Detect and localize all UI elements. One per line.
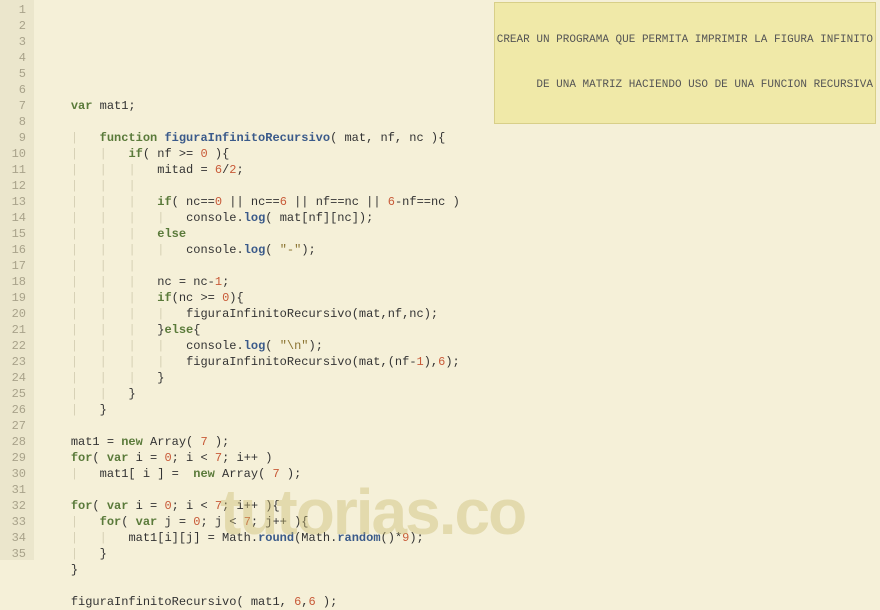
line-number: 16	[4, 242, 26, 258]
line-number: 24	[4, 370, 26, 386]
code-line[interactable]	[42, 114, 880, 130]
code-line[interactable]	[42, 50, 880, 66]
line-number: 1	[4, 2, 26, 18]
line-number: 19	[4, 290, 26, 306]
line-number: 8	[4, 114, 26, 130]
line-number: 10	[4, 146, 26, 162]
line-number: 30	[4, 466, 26, 482]
line-number: 15	[4, 226, 26, 242]
line-number: 2	[4, 18, 26, 34]
line-number: 21	[4, 322, 26, 338]
code-line[interactable]: | mat1[ i ] = new Array( 7 );	[42, 466, 880, 482]
line-number: 29	[4, 450, 26, 466]
line-number: 26	[4, 402, 26, 418]
line-number: 7	[4, 98, 26, 114]
code-line[interactable]: | | | mitad = 6/2;	[42, 162, 880, 178]
code-line[interactable]: | | | else	[42, 226, 880, 242]
code-line[interactable]: for( var i = 0; i < 7; i++ )	[42, 450, 880, 466]
code-editor: 1234567891011121314151617181920212223242…	[0, 0, 880, 560]
line-number: 32	[4, 498, 26, 514]
code-line[interactable]: | for( var j = 0; j < 7; j++ ){	[42, 514, 880, 530]
code-line[interactable]: | | | nc = nc-1;	[42, 274, 880, 290]
line-number: 11	[4, 162, 26, 178]
code-line[interactable]: | | | | console.log( mat[nf][nc]);	[42, 210, 880, 226]
line-number: 3	[4, 34, 26, 50]
line-number: 34	[4, 530, 26, 546]
code-line[interactable]: | | | if( nc==0 || nc==6 || nf==nc || 6-…	[42, 194, 880, 210]
code-line[interactable]: figuraInfinitoRecursivo( mat1, 6,6 );	[42, 594, 880, 610]
line-number: 18	[4, 274, 26, 290]
line-number: 5	[4, 66, 26, 82]
line-number: 12	[4, 178, 26, 194]
line-number: 28	[4, 434, 26, 450]
line-gutter: 1234567891011121314151617181920212223242…	[0, 0, 34, 560]
line-number: 9	[4, 130, 26, 146]
code-line[interactable]	[42, 82, 880, 98]
code-line[interactable]: | | | | console.log( "-");	[42, 242, 880, 258]
line-number: 17	[4, 258, 26, 274]
line-number: 22	[4, 338, 26, 354]
code-line[interactable]: | | if( nf >= 0 ){	[42, 146, 880, 162]
line-number: 13	[4, 194, 26, 210]
code-line[interactable]: | | | | figuraInfinitoRecursivo(mat,nf,n…	[42, 306, 880, 322]
line-number: 20	[4, 306, 26, 322]
code-line[interactable]: | | | if(nc >= 0){	[42, 290, 880, 306]
code-line[interactable]: | | |	[42, 178, 880, 194]
line-number: 14	[4, 210, 26, 226]
line-number: 4	[4, 50, 26, 66]
code-line[interactable]	[42, 418, 880, 434]
code-line[interactable]: | | | }	[42, 370, 880, 386]
line-number: 31	[4, 482, 26, 498]
code-line[interactable]	[42, 66, 880, 82]
code-line[interactable]: | | mat1[i][j] = Math.round(Math.random(…	[42, 530, 880, 546]
line-number: 6	[4, 82, 26, 98]
code-line[interactable]: var mat1;	[42, 98, 880, 114]
code-line[interactable]: | | }	[42, 386, 880, 402]
code-line[interactable]: | | | }else{	[42, 322, 880, 338]
code-line[interactable]: | | | | figuraInfinitoRecursivo(mat,(nf-…	[42, 354, 880, 370]
line-number: 27	[4, 418, 26, 434]
code-line[interactable]: | | |	[42, 258, 880, 274]
code-line[interactable]: mat1 = new Array( 7 );	[42, 434, 880, 450]
code-line[interactable]	[42, 578, 880, 594]
code-line[interactable]: | | | | console.log( "\n");	[42, 338, 880, 354]
code-line[interactable]: }	[42, 562, 880, 578]
comment-line-1: CREAR UN PROGRAMA QUE PERMITA IMPRIMIR L…	[497, 33, 873, 48]
line-number: 33	[4, 514, 26, 530]
line-number: 25	[4, 386, 26, 402]
code-line[interactable]: | }	[42, 402, 880, 418]
code-area[interactable]: CREAR UN PROGRAMA QUE PERMITA IMPRIMIR L…	[34, 0, 880, 560]
code-line[interactable]	[42, 482, 880, 498]
code-line[interactable]: for( var i = 0; i < 7; i++ ){	[42, 498, 880, 514]
code-line[interactable]: | function figuraInfinitoRecursivo( mat,…	[42, 130, 880, 146]
line-number: 23	[4, 354, 26, 370]
